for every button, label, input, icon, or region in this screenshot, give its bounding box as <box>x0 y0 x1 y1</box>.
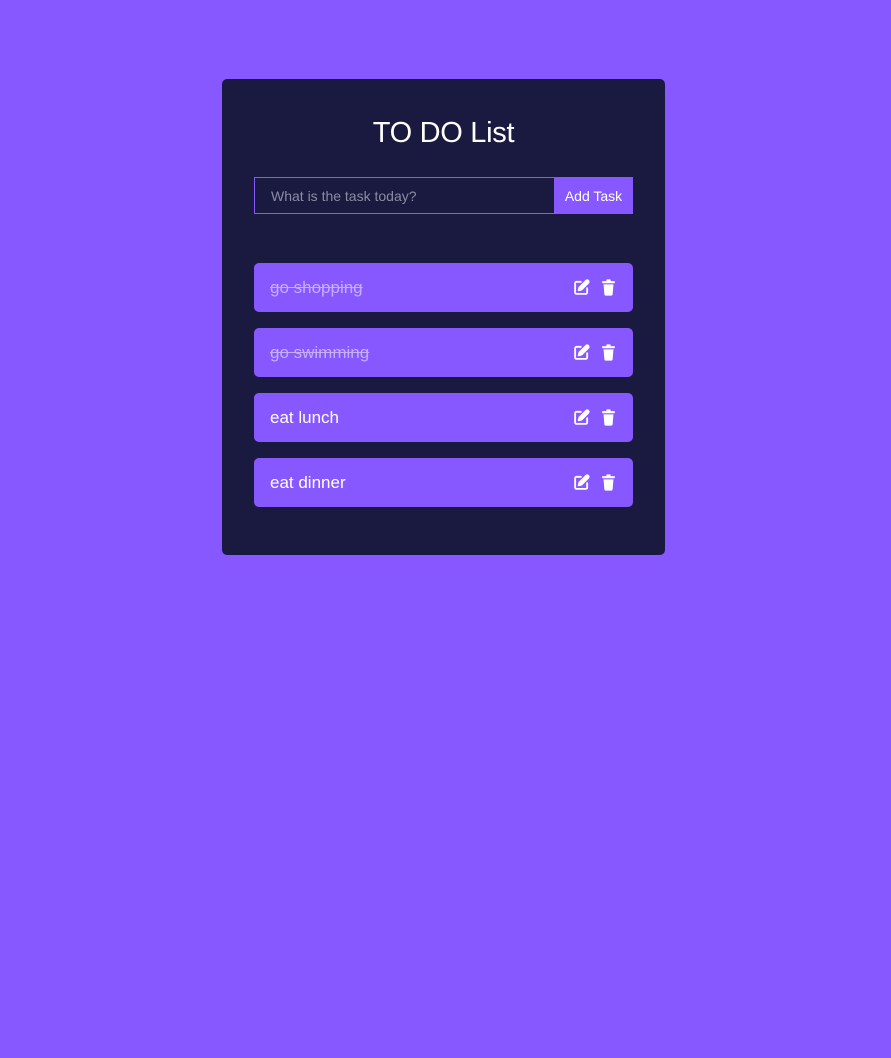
trash-icon[interactable] <box>600 409 617 426</box>
edit-icon[interactable] <box>573 409 590 426</box>
trash-icon[interactable] <box>600 474 617 491</box>
trash-icon[interactable] <box>600 279 617 296</box>
task-text[interactable]: eat lunch <box>270 408 339 428</box>
task-text[interactable]: eat dinner <box>270 473 346 493</box>
task-text[interactable]: go shopping <box>270 278 363 298</box>
task-actions <box>573 279 617 296</box>
task-item: go shopping <box>254 263 633 312</box>
task-list: go shopping go swimming eat lunch eat di… <box>254 263 633 507</box>
todo-form: Add Task <box>254 177 633 214</box>
task-actions <box>573 409 617 426</box>
edit-icon[interactable] <box>573 474 590 491</box>
todo-card: TO DO List Add Task go shopping go swimm… <box>222 79 665 555</box>
page-title: TO DO List <box>372 117 515 149</box>
task-item: go swimming <box>254 328 633 377</box>
add-task-button[interactable]: Add Task <box>554 177 633 214</box>
trash-icon[interactable] <box>600 344 617 361</box>
task-item: eat dinner <box>254 458 633 507</box>
edit-icon[interactable] <box>573 344 590 361</box>
task-text[interactable]: go swimming <box>270 343 369 363</box>
task-actions <box>573 474 617 491</box>
edit-icon[interactable] <box>573 279 590 296</box>
task-input[interactable] <box>254 177 554 214</box>
task-item: eat lunch <box>254 393 633 442</box>
task-actions <box>573 344 617 361</box>
